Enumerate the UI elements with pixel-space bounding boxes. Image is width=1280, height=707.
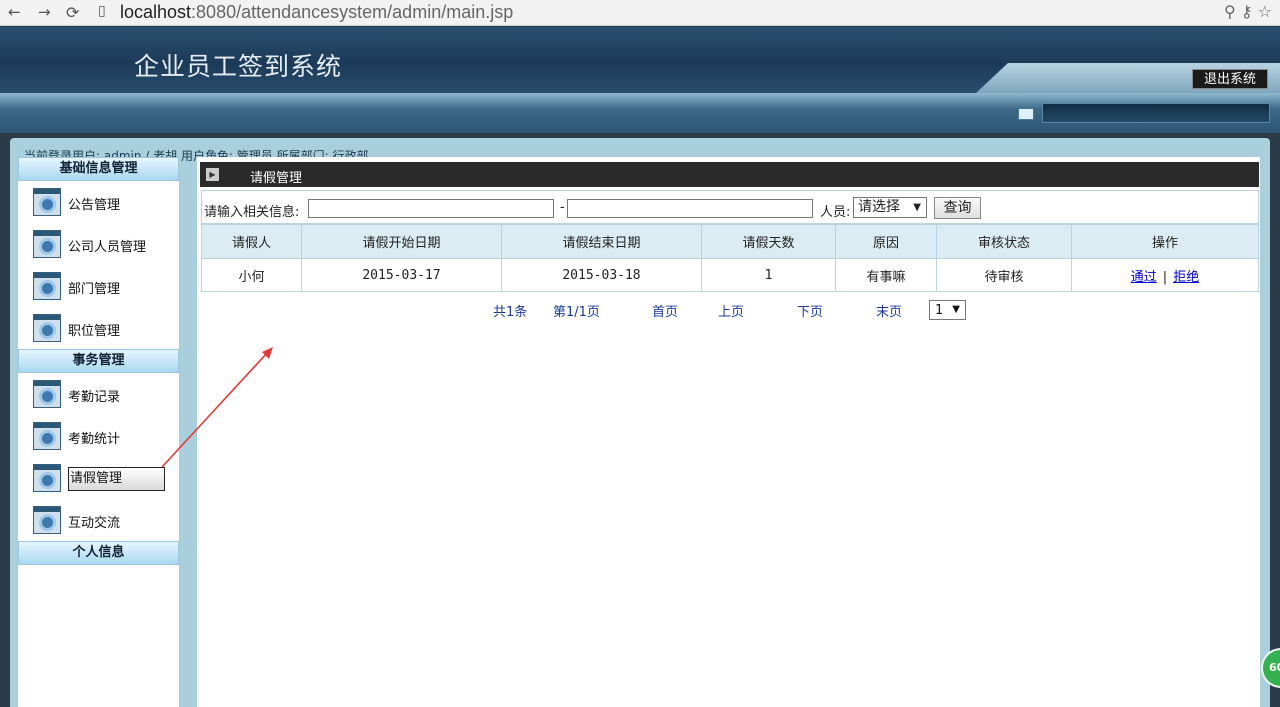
annotation-arrow xyxy=(161,347,273,468)
